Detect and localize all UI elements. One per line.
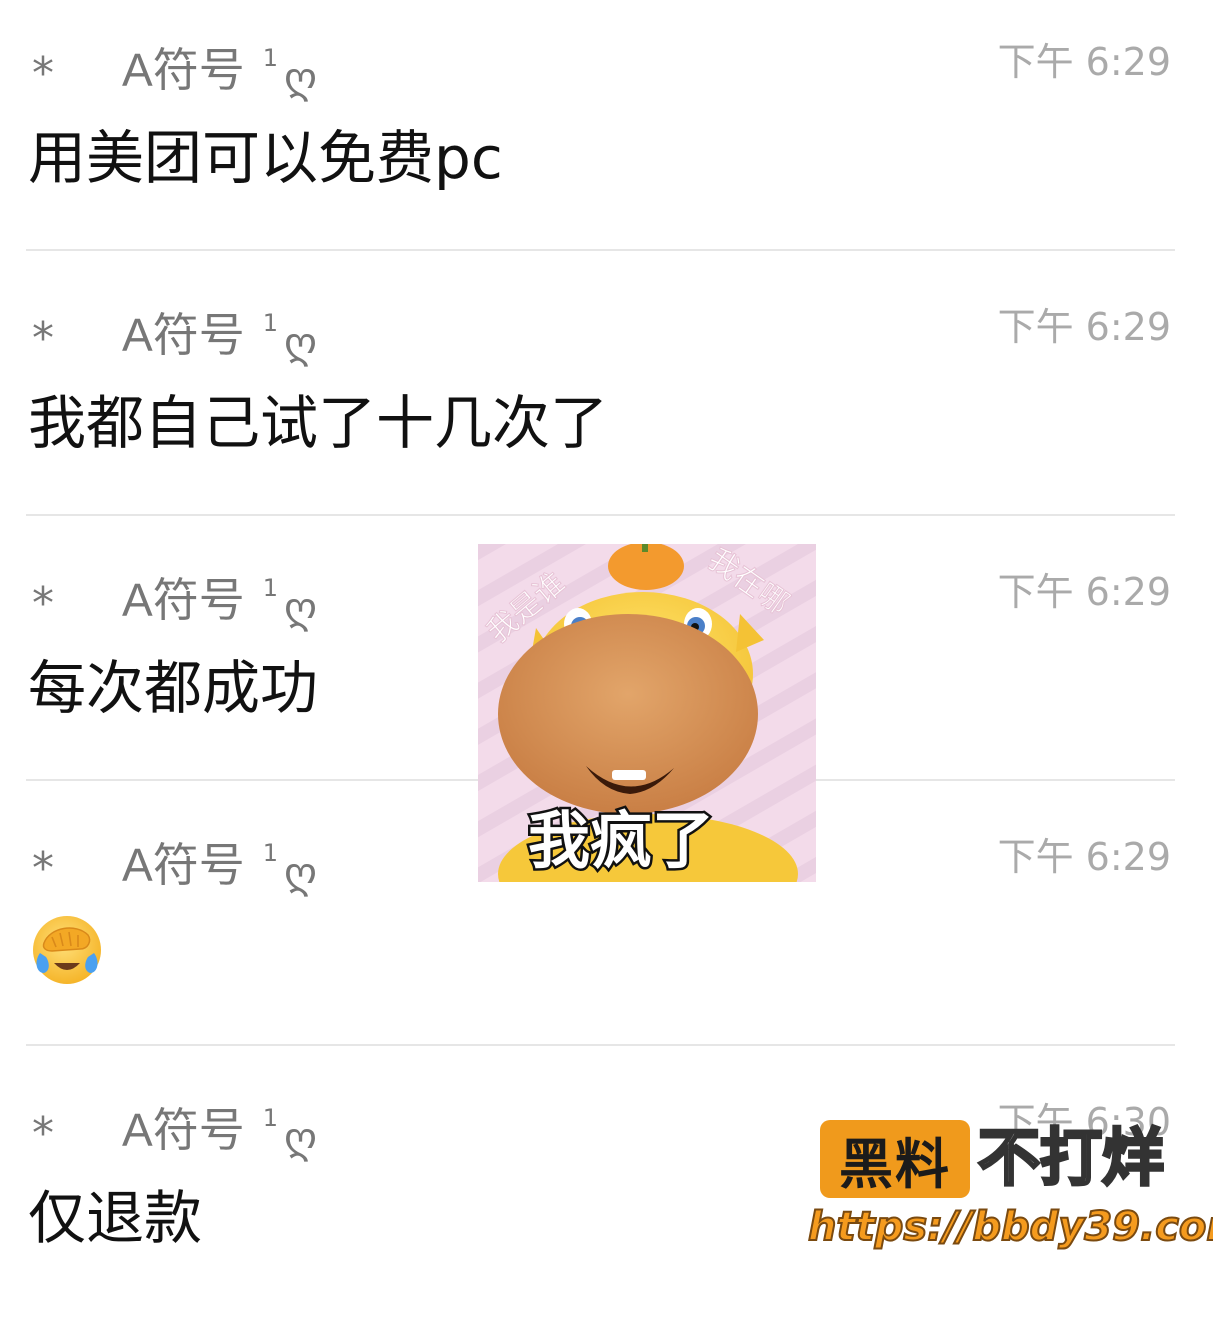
watermark-url: https://bbdy39.com <box>807 1203 1213 1251</box>
sender-star: * <box>32 1108 54 1159</box>
sender-heart-mark: ღ <box>283 318 317 367</box>
sender-nickname: 符号 <box>152 838 245 892</box>
chat-message[interactable]: * A 符号 1 ღ 下午 6:29 我都自己试了十几次了 <box>0 265 1213 529</box>
chat-message[interactable]: * A 符号 1 ღ 下午 6:29 用美团可以免费pc <box>0 0 1213 264</box>
sender-star: * <box>32 843 54 894</box>
sticker-image[interactable]: 我是谁 我在哪 我疯了 <box>478 544 816 882</box>
sender-name[interactable]: * A 符号 1 ღ <box>32 303 317 367</box>
sender-superscript: 1 <box>262 309 278 337</box>
sender-superscript: 1 <box>262 1104 278 1132</box>
sender-star: * <box>32 578 54 629</box>
sender-superscript: 1 <box>262 839 278 867</box>
sender-star: * <box>32 313 54 364</box>
message-timestamp: 下午 6:29 <box>997 305 1171 349</box>
message-timestamp: 下午 6:29 <box>997 570 1171 614</box>
divider <box>26 514 1175 516</box>
message-text[interactable]: 每次都成功 <box>28 648 318 728</box>
sender-name[interactable]: * A 符号 1 ღ <box>32 1098 317 1162</box>
message-timestamp: 下午 6:29 <box>997 40 1171 84</box>
sender-name[interactable]: * A 符号 1 ღ <box>32 568 317 632</box>
message-timestamp: 下午 6:29 <box>997 835 1171 879</box>
sender-name[interactable]: * A 符号 1 ღ <box>32 38 317 102</box>
divider <box>26 249 1175 251</box>
sender-nickname: 符号 <box>152 43 245 97</box>
watermark-badge: 黑料 <box>820 1120 970 1198</box>
sender-nickname: 符号 <box>152 308 245 362</box>
sender-nickname: 符号 <box>152 573 245 627</box>
sender-heart-mark: ღ <box>283 583 317 632</box>
message-text[interactable]: 我都自己试了十几次了 <box>28 383 608 463</box>
divider <box>26 1044 1175 1046</box>
message-text[interactable]: 仅退款 <box>28 1178 202 1258</box>
sender-name[interactable]: * A 符号 1 ღ <box>32 833 317 897</box>
sender-nickname: 符号 <box>152 1103 245 1157</box>
sender-superscript: 1 <box>262 574 278 602</box>
watermark-text: 不打烊 <box>976 1120 1165 1196</box>
sender-heart-mark: ღ <box>283 848 317 897</box>
face-palm-crying-emoji-icon[interactable] <box>30 913 104 987</box>
sender-superscript: 1 <box>262 44 278 72</box>
watermark: 黑料 不打烊 https://bbdy39.com <box>807 1118 1213 1258</box>
sender-heart-mark: ღ <box>283 53 317 102</box>
sticker-caption: 我疯了 <box>528 804 714 877</box>
message-text[interactable]: 用美团可以免费pc <box>28 118 503 198</box>
sender-letter: A <box>122 839 153 891</box>
sender-letter: A <box>122 1104 153 1156</box>
sender-heart-mark: ღ <box>283 1113 317 1162</box>
sender-letter: A <box>122 44 153 96</box>
sender-letter: A <box>122 309 153 361</box>
sender-letter: A <box>122 574 153 626</box>
sender-star: * <box>32 48 54 99</box>
